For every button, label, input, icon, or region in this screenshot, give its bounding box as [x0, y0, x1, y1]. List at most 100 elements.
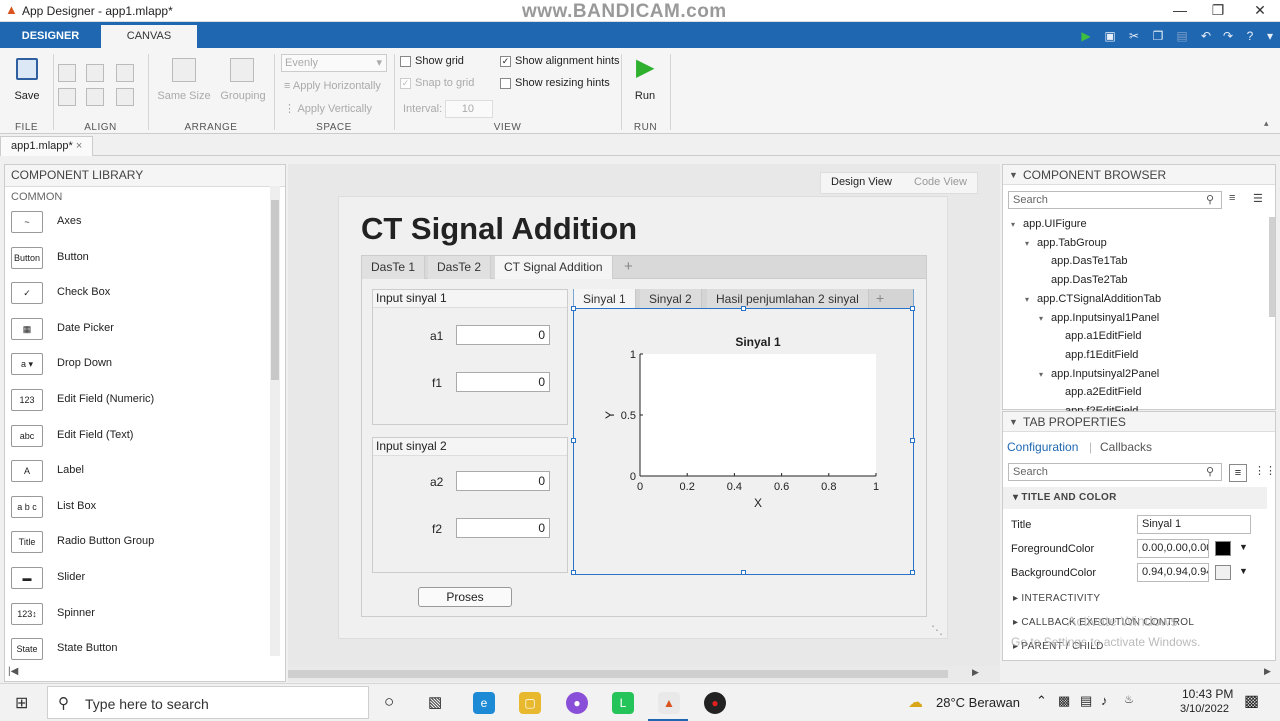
copy-quick-icon[interactable]: ❐ [1148, 27, 1168, 45]
tree-node[interactable]: app.a1EditField [1053, 327, 1141, 345]
library-item[interactable]: abc Edit Field (Text) [11, 423, 271, 453]
clock-time[interactable]: 10:43 PM [1182, 687, 1233, 701]
background-color-swatch[interactable] [1215, 565, 1231, 580]
tab-canvas[interactable]: CANVAS [101, 25, 197, 48]
foreground-value-field[interactable]: 0.00,0.00,0.00 [1137, 539, 1209, 558]
tab-sinyal-1[interactable]: Sinyal 1 [574, 289, 636, 309]
library-item[interactable]: ▬ Slider [11, 565, 271, 595]
add-tab-icon[interactable]: + [624, 258, 633, 275]
cut-quick-icon[interactable]: ✂ [1124, 27, 1144, 45]
matlab-taskbar-icon[interactable]: ▲ [658, 692, 680, 714]
minimize-button[interactable]: — [1160, 0, 1200, 22]
taskbar-search-box[interactable]: ⚲ Type here to search [47, 686, 369, 719]
expand-toggle-icon[interactable]: ▾ [1025, 235, 1037, 253]
library-item[interactable]: Title Radio Button Group [11, 529, 271, 559]
task-view-icon[interactable]: ▧ [428, 693, 442, 711]
tree-node[interactable]: ▾ app.TabGroup [1025, 234, 1107, 252]
chevron-down-icon[interactable]: ▼ [1239, 542, 1248, 552]
library-item[interactable]: 123↕ Spinner [11, 601, 271, 631]
close-tab-icon[interactable]: × [76, 140, 82, 152]
collapse-ribbon-icon[interactable]: ▴ [1264, 118, 1269, 129]
tray-app-icon[interactable]: ▩ [1058, 693, 1070, 709]
resize-handle[interactable] [910, 570, 915, 575]
save-icon[interactable] [16, 58, 38, 80]
save-button[interactable]: Save [10, 90, 44, 102]
scroll-right-icon[interactable]: ▶ [972, 667, 979, 678]
tab-daste1[interactable]: DasTe 1 [362, 256, 426, 279]
a2-edit-field[interactable]: 0 [456, 471, 550, 491]
browser-scroll-thumb[interactable] [1269, 217, 1275, 317]
canvas-horizontal-scrollbar[interactable]: ▶ [288, 666, 1000, 682]
tab-daste2[interactable]: DasTe 2 [428, 256, 492, 279]
resize-handle[interactable] [741, 306, 746, 311]
sort-icon[interactable]: ≡ [1229, 192, 1235, 204]
show-alignment-hints-checkbox[interactable]: ✓ Show alignment hints [500, 55, 620, 67]
add-tab-icon[interactable]: + [876, 290, 884, 306]
resize-handle[interactable] [910, 306, 915, 311]
figure-resize-grip-icon[interactable]: ⋱ [931, 623, 943, 637]
library-scroll-thumb[interactable] [271, 200, 279, 380]
paste-quick-icon[interactable]: ▤ [1172, 27, 1192, 45]
tree-node[interactable]: ▾ app.UIFigure [1011, 215, 1087, 233]
resize-handle[interactable] [571, 306, 576, 311]
line-app-icon[interactable]: L [612, 692, 634, 714]
tab-callbacks[interactable]: Callbacks [1100, 440, 1152, 454]
app-title-label[interactable]: CT Signal Addition [361, 211, 637, 247]
windows-start-icon[interactable]: ⊞ [15, 693, 28, 713]
tab-hasil-penjumlahan[interactable]: Hasil penjumlahan 2 sinyal [707, 289, 869, 309]
resize-handle[interactable] [571, 570, 576, 575]
tab-ct-signal-addition[interactable]: CT Signal Addition [495, 256, 613, 279]
run-button[interactable]: Run [628, 90, 662, 102]
network-icon[interactable]: ▤ [1080, 693, 1092, 709]
proses-button[interactable]: Proses [418, 587, 512, 607]
expand-quick-icon[interactable]: ▾ [1260, 27, 1280, 45]
weather-icon[interactable]: ☁ [908, 693, 923, 711]
scroll-thumb[interactable] [288, 670, 948, 678]
browser-search-input[interactable]: Search [1008, 191, 1222, 209]
library-item[interactable]: ▦ Date Picker [11, 316, 271, 346]
tree-node[interactable]: app.DasTe2Tab [1039, 271, 1127, 289]
tree-node[interactable]: ▾ app.Inputsinyal1Panel [1039, 309, 1159, 327]
redo-quick-icon[interactable]: ↷ [1218, 27, 1238, 45]
show-resizing-hints-checkbox[interactable]: Show resizing hints [500, 77, 610, 89]
library-item[interactable]: State State Button [11, 636, 271, 666]
library-scroll-left-icon[interactable]: |◀ [8, 666, 18, 677]
tab-sinyal-2[interactable]: Sinyal 2 [640, 289, 702, 309]
library-item[interactable]: ~ Axes [11, 209, 271, 239]
foreground-color-swatch[interactable] [1215, 541, 1231, 556]
collapse-icon[interactable]: ▼ [1009, 165, 1018, 185]
f2-edit-field[interactable]: 0 [456, 518, 550, 538]
list-view-icon[interactable]: ≡ [1229, 464, 1247, 482]
background-value-field[interactable]: 0.94,0.94,0.94 [1137, 563, 1209, 582]
bandicam-record-icon[interactable]: ● [704, 692, 726, 714]
grid-view-icon[interactable]: ⋮⋮ [1254, 464, 1276, 477]
library-item[interactable]: ✓ Check Box [11, 280, 271, 310]
notification-icon[interactable]: ▩ [1244, 691, 1259, 711]
library-item[interactable]: 123 Edit Field (Numeric) [11, 387, 271, 417]
expand-toggle-icon[interactable]: ▾ [1011, 216, 1023, 234]
section-title-and-color[interactable]: ▾ TITLE AND COLOR [1003, 487, 1267, 509]
chevron-down-icon[interactable]: ▼ [1239, 566, 1248, 576]
save-quick-icon[interactable]: ▣ [1100, 27, 1120, 45]
help-quick-icon[interactable]: ? [1240, 27, 1260, 45]
list-view-icon[interactable]: ☰ [1253, 192, 1263, 205]
clock-date[interactable]: 3/10/2022 [1180, 703, 1229, 715]
file-explorer-icon[interactable]: ▢ [519, 692, 541, 714]
document-tab[interactable]: app1.mlapp* × [0, 136, 94, 156]
weather-text[interactable]: 28°C Berawan [936, 695, 1020, 710]
a1-edit-field[interactable]: 0 [456, 325, 550, 345]
code-view-button[interactable]: Code View [914, 176, 967, 188]
tree-node[interactable]: app.f2EditField [1053, 402, 1138, 411]
run-icon[interactable]: ▶ [636, 56, 654, 80]
input-sinyal-2-panel[interactable]: Input sinyal 2 a2 0 f2 0 [372, 437, 568, 573]
maximize-button[interactable]: ❐ [1198, 0, 1238, 22]
tree-node[interactable]: app.f1EditField [1053, 346, 1138, 364]
resize-handle[interactable] [910, 438, 915, 443]
show-grid-checkbox[interactable]: Show grid [400, 55, 464, 67]
tab-group[interactable]: DasTe 1 DasTe 2 CT Signal Addition + Inp… [361, 255, 927, 617]
run-quick-icon[interactable]: ▶ [1076, 27, 1096, 45]
expand-toggle-icon[interactable]: ▾ [1025, 291, 1037, 309]
section-interactivity[interactable]: ▸ INTERACTIVITY [1003, 588, 1267, 610]
title-value-field[interactable]: Sinyal 1 [1137, 515, 1251, 534]
expand-toggle-icon[interactable]: ▾ [1039, 366, 1051, 384]
